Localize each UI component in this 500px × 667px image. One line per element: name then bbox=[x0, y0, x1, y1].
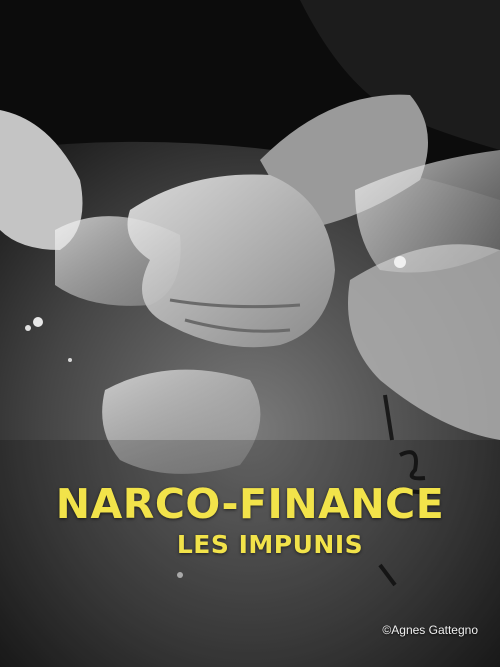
poster-title: NARCO-FINANCE bbox=[55, 480, 445, 528]
poster-subtitle: LES IMPUNIS bbox=[176, 530, 364, 559]
title-block: NARCO-FINANCE LES IMPUNIS bbox=[0, 482, 500, 560]
background-photo bbox=[0, 0, 500, 667]
photo-credit: ©Agnes Gattegno bbox=[382, 623, 478, 637]
poster: NARCO-FINANCE LES IMPUNIS ©Agnes Gattegn… bbox=[0, 0, 500, 667]
